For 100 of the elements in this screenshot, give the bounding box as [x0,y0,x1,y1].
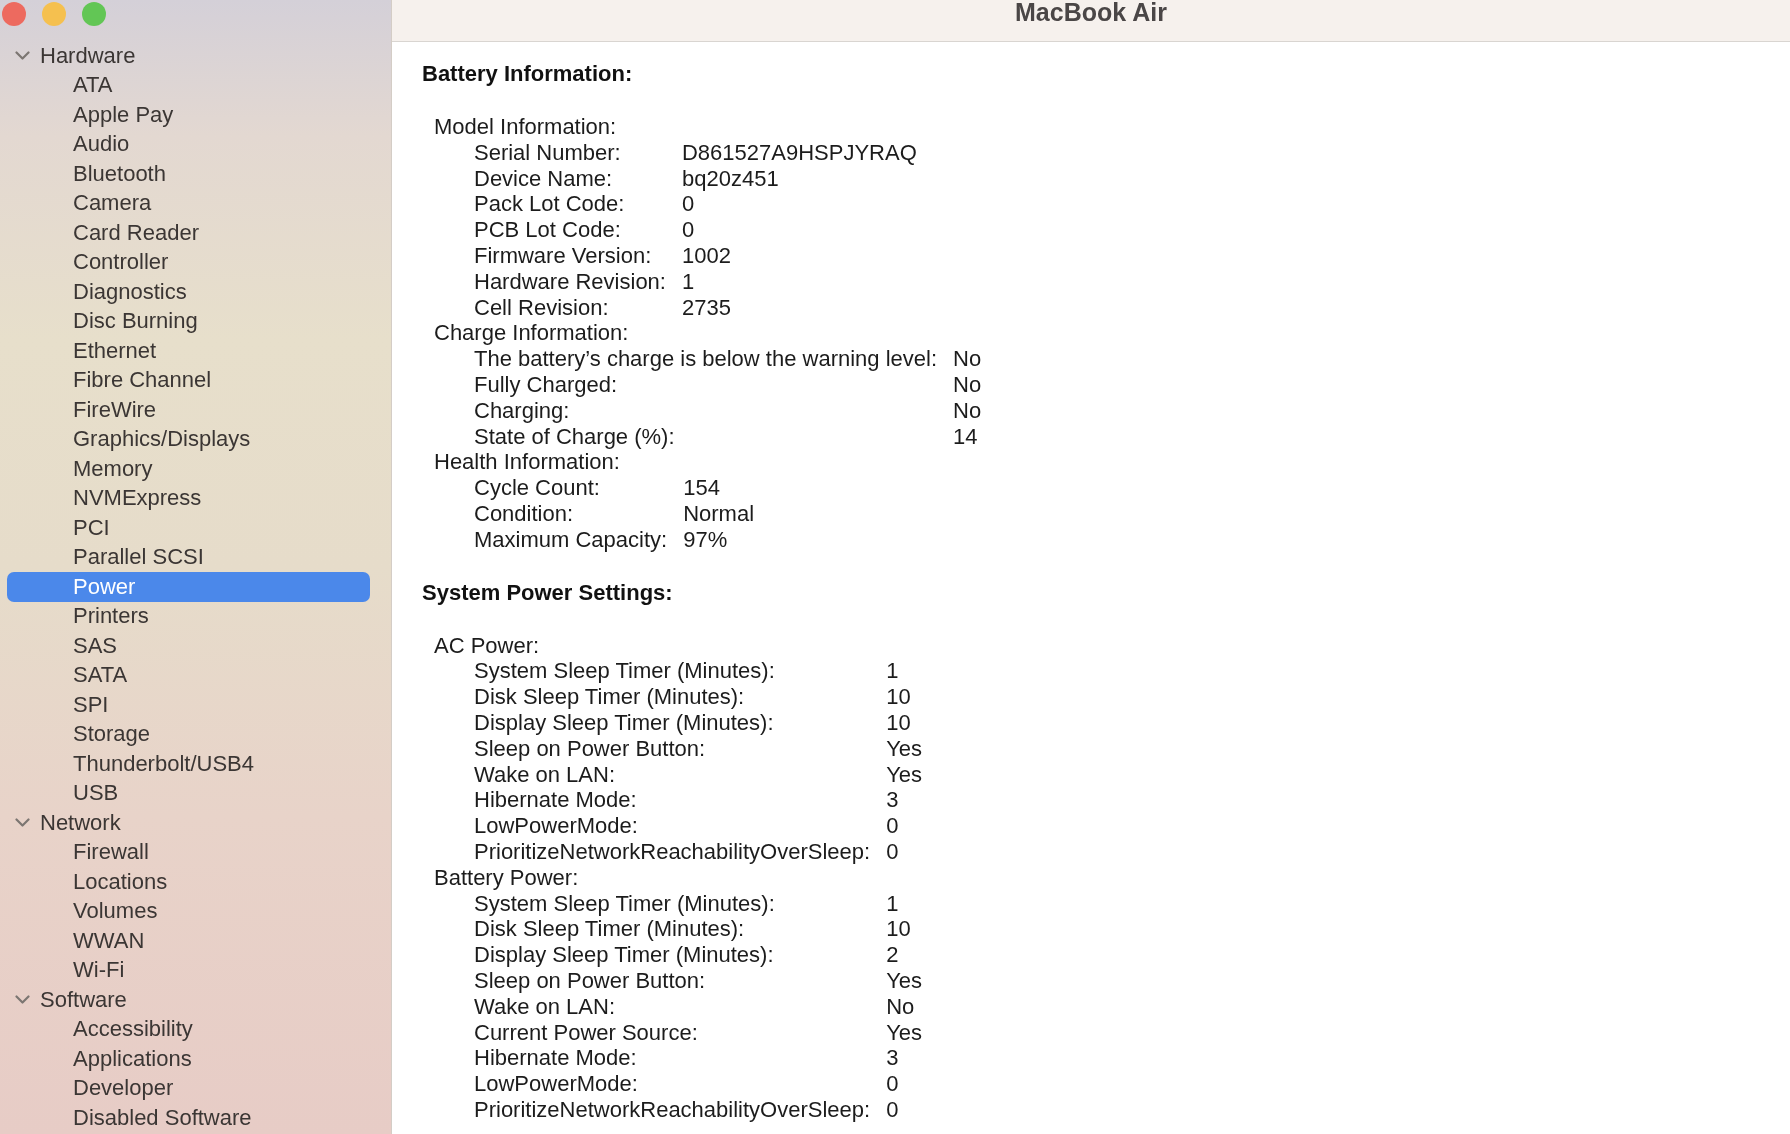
group-label: Health Information: [433,449,620,476]
property-value: Yes [886,761,923,788]
property-label: Disk Sleep Timer (Minutes): [474,684,746,710]
property-label: Serial Number: [474,139,622,166]
property-label: System Sleep Timer (Minutes): [474,658,776,685]
property-value: 10 [886,709,912,736]
property-value: 2 [886,942,900,968]
property-label: Wake on LAN: [474,761,617,788]
property-label: Charging: [474,397,571,424]
sidebar-group-header[interactable]: Hardware [7,41,370,71]
sidebar-item[interactable]: Locations [7,867,370,897]
sidebar-item[interactable]: SATA [7,660,370,690]
sidebar-item[interactable]: SPI [7,690,370,720]
sidebar-item[interactable]: Storage [7,719,370,749]
property-value: No [953,397,982,424]
property-value: 1002 [681,243,732,269]
sidebar-item[interactable]: Wi-Fi [7,955,370,985]
property-label: Cell Revision: [474,294,610,321]
sidebar-item[interactable]: Applications [7,1044,370,1074]
property-value: 0 [681,191,696,218]
sidebar-item[interactable]: Card Reader [7,218,370,248]
property-label: System Sleep Timer (Minutes): [474,890,776,917]
sidebar-item[interactable]: Controller [7,247,370,277]
sidebar-item[interactable]: ATA [7,70,370,100]
property-label: Current Power Source: [474,1019,699,1046]
sidebar-item[interactable]: WWAN [7,926,370,956]
sidebar-group-header[interactable]: Software [7,985,370,1015]
sidebar-item[interactable]: Disabled Software [7,1103,370,1133]
property-label: LowPowerMode: [474,813,639,839]
sidebar-item[interactable]: Accessibility [7,1014,370,1044]
sidebar-item[interactable]: PCI [7,513,370,543]
sidebar-item[interactable]: Printers [7,601,370,631]
sidebar-item[interactable]: Apple Pay [7,100,370,130]
property-label: Firmware Version: [474,243,653,269]
chevron-icon[interactable] [15,995,30,1005]
property-value: 97% [683,526,729,553]
sidebar-item[interactable]: Thunderbolt/USB4 [7,749,370,779]
property-value: Yes [886,735,923,762]
property-label: Disk Sleep Timer (Minutes): [474,916,746,943]
property-value: 0 [886,1071,900,1097]
property-label: Display Sleep Timer (Minutes): [474,709,775,736]
property-label: State of Charge (%): [474,423,676,450]
property-label: LowPowerMode: [474,1071,639,1097]
property-value: Normal [683,500,755,527]
property-label: Maximum Capacity: [474,526,668,553]
sidebar-item[interactable]: Ethernet [7,336,370,366]
sidebar-item[interactable]: USB [7,778,370,808]
close-button[interactable] [2,2,26,26]
group-label: AC Power: [433,632,540,659]
group-label: Model Information: [433,114,617,140]
property-value: bq20z451 [681,165,780,192]
property-value: 2735 [681,294,732,321]
property-label: Fully Charged: [474,371,619,398]
sidebar-item[interactable]: Memory [7,454,370,484]
sidebar-item[interactable]: Diagnostics [7,277,370,307]
property-label: Condition: [474,500,575,527]
property-value: 3 [886,787,900,814]
property-label: Wake on LAN: [474,993,617,1020]
property-label: Hibernate Mode: [474,787,638,814]
property-label: PCB Lot Code: [474,217,622,243]
property-value: 1 [681,268,696,295]
property-value: 3 [886,1045,900,1072]
chevron-icon[interactable] [15,51,30,61]
property-label: Sleep on Power Button: [474,735,707,762]
property-value: Yes [886,1019,923,1046]
property-label: Sleep on Power Button: [474,967,707,994]
property-value: 10 [886,684,912,710]
sidebar-item[interactable]: Graphics/Displays [7,424,370,454]
sidebar-item[interactable]: Camera [7,188,370,218]
property-value: No [953,346,982,372]
section-heading: System Power Settings: [422,579,673,606]
property-value: 1 [886,890,900,917]
sidebar-item[interactable]: FireWire [7,395,370,425]
property-value: 0 [886,1096,900,1123]
sidebar-item[interactable]: Fibre Channel [7,365,370,395]
sidebar-group-header[interactable]: Network [7,808,370,838]
sidebar-item[interactable]: Developer [7,1073,370,1103]
property-label: PrioritizeNetworkReachabilityOverSleep: [474,1096,871,1123]
property-label: Device Name: [474,165,614,192]
property-value: No [886,993,916,1020]
sidebar-item[interactable]: Firewall [7,837,370,867]
property-label: Cycle Count: [474,475,601,501]
property-label: Pack Lot Code: [474,191,626,218]
property-value: 14 [953,423,979,450]
property-value: 0 [886,813,900,839]
property-value: No [953,371,982,398]
property-label: Hardware Revision: [474,268,666,295]
sidebar-item[interactable]: Bluetooth [7,159,370,189]
sidebar-item[interactable]: Parallel SCSI [7,542,370,572]
property-value: 1 [886,658,900,685]
sidebar-item[interactable]: Volumes [7,896,370,926]
sidebar-item[interactable]: NVMExpress [7,483,370,513]
group-label: Charge Information: [433,320,629,347]
property-value: 0 [681,217,696,243]
sidebar-item[interactable]: Disc Burning [7,306,370,336]
window-title: MacBook Air [1015,0,1167,25]
sidebar-item[interactable]: Audio [7,129,370,159]
section-heading: Battery Information: [422,61,633,87]
sidebar-item[interactable]: SAS [7,631,370,661]
chevron-icon[interactable] [15,818,30,828]
